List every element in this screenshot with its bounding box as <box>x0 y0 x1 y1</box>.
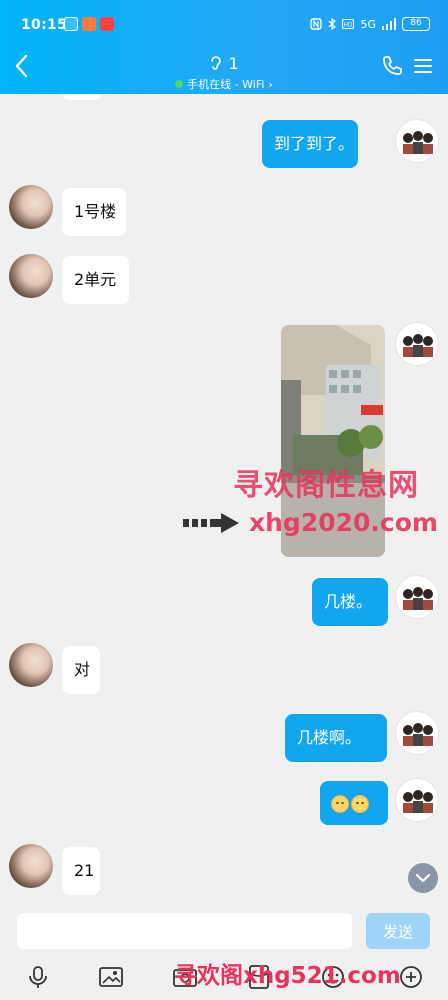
peer-avatar[interactable] <box>9 643 53 687</box>
peer-avatar[interactable] <box>9 254 53 298</box>
svg-text:HD: HD <box>344 22 354 29</box>
self-avatar[interactable] <box>395 575 439 619</box>
plus-icon[interactable] <box>398 964 424 990</box>
self-avatar[interactable] <box>395 711 439 755</box>
scroll-to-bottom-button[interactable] <box>408 863 438 893</box>
nfc-icon <box>310 18 323 30</box>
peer-avatar[interactable] <box>9 185 53 229</box>
phone-icon[interactable] <box>380 54 404 78</box>
message-bubble-out[interactable]: 几楼。 <box>312 578 388 626</box>
grimace-emoji-icon <box>331 794 349 813</box>
online-dot <box>175 80 184 88</box>
bluetooth-icon <box>329 18 337 30</box>
message-bubble-in[interactable]: 21 <box>62 847 100 895</box>
signal-icon <box>382 18 396 30</box>
mic-icon[interactable] <box>25 964 51 990</box>
status-indicators: HD 5G 86 <box>310 17 430 31</box>
app-icon <box>82 17 96 31</box>
online-status[interactable]: 手机在线 - WiFi › <box>0 76 448 92</box>
chevron-down-icon <box>415 873 431 883</box>
group-photo-icon <box>403 790 433 813</box>
status-time: 10:15 <box>21 17 68 33</box>
grimace-emoji-icon <box>351 794 369 813</box>
online-status-text: 手机在线 - WiFi <box>187 78 265 91</box>
message-bubble-in[interactable]: 1号楼 <box>62 188 126 236</box>
watermark-footer: 寻欢阁xhg521.com <box>174 963 401 989</box>
message-list[interactable]: 到了到了。 1号楼 2单元 寻欢阁性息网 xhg2020.com 几楼。 对 几… <box>0 94 448 906</box>
app-icon <box>64 17 78 31</box>
message-bubble-out[interactable]: 到了到了。 <box>262 120 358 168</box>
network-type: 5G <box>360 17 376 31</box>
message-bubble-in[interactable]: 2单元 <box>62 256 129 304</box>
input-bar: 发送 <box>0 906 448 956</box>
message-input[interactable] <box>17 913 352 949</box>
status-app-icons <box>64 17 114 31</box>
group-photo-icon <box>403 334 433 357</box>
battery-level: 86 <box>402 17 430 31</box>
message-bubble-emoji[interactable] <box>320 781 388 825</box>
previous-message-edge <box>63 94 101 100</box>
watermark-url: xhg2020.com <box>249 508 438 537</box>
group-photo-icon <box>403 131 433 154</box>
self-avatar[interactable] <box>395 119 439 163</box>
watermark-text: 寻欢阁性息网 <box>233 468 419 503</box>
image-icon[interactable] <box>98 964 124 990</box>
message-bubble-out[interactable]: 几楼啊。 <box>285 714 387 762</box>
ear-icon <box>211 56 222 70</box>
arrow-right-icon <box>183 512 239 533</box>
contact-name: 1 <box>228 54 239 73</box>
self-avatar[interactable] <box>395 778 439 822</box>
app-icon <box>100 17 114 31</box>
peer-avatar[interactable] <box>9 844 53 888</box>
status-bar: 10:15 HD 5G 86 <box>0 0 448 46</box>
message-bubble-in[interactable]: 对 <box>62 646 100 694</box>
group-photo-icon <box>403 723 433 746</box>
chat-header: 10:15 HD 5G 86 1 手机在线 - WiFi › <box>0 0 448 94</box>
self-avatar[interactable] <box>395 322 439 366</box>
menu-icon[interactable] <box>413 56 433 76</box>
hd-icon: HD <box>342 19 355 29</box>
chevron-right-icon: › <box>268 77 273 91</box>
group-photo-icon <box>403 587 433 610</box>
watermark-link: xhg2020.com <box>183 508 438 537</box>
send-button[interactable]: 发送 <box>366 913 430 949</box>
